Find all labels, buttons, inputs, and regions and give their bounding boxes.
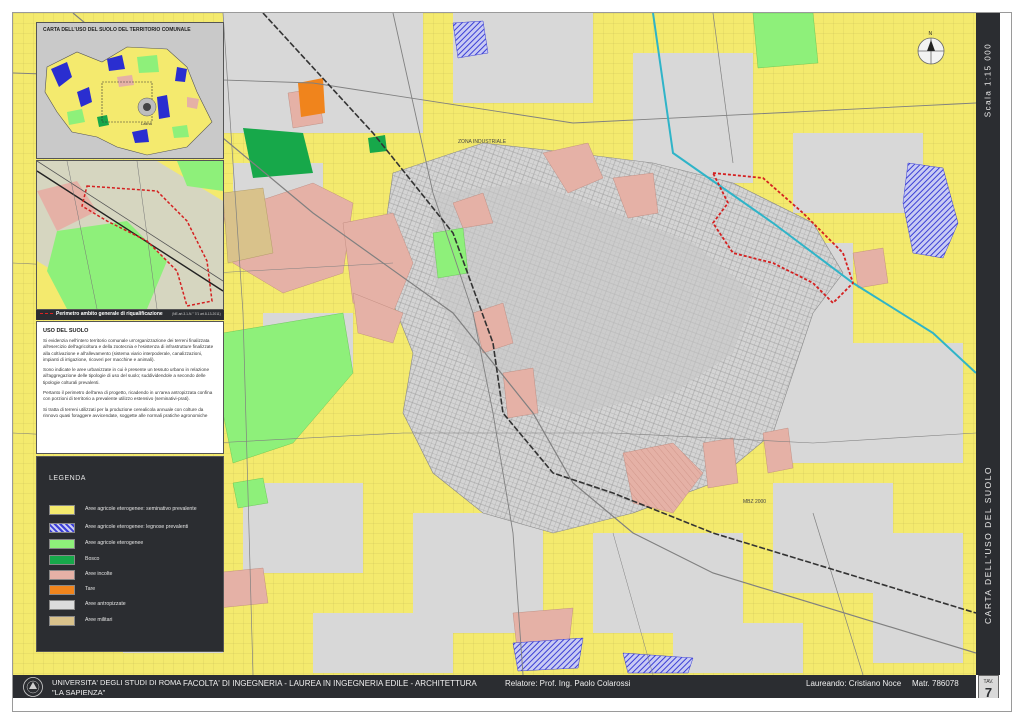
legend-swatch (49, 555, 75, 565)
legend-label: Aree agricole eterogenee (85, 540, 144, 546)
legend-label: Aree agricole eterogenee: seminativo pre… (85, 506, 197, 512)
university-logo-icon (23, 677, 43, 697)
university-subname: "LA SAPIENZA" (52, 688, 106, 697)
sheet-title-text: CARTA DELL'USO DEL SUOLO (983, 466, 993, 624)
legend-swatch (49, 505, 75, 515)
north-letter: N (929, 31, 933, 37)
legend-label: Aree incolte (85, 571, 113, 577)
bottom-margin (13, 698, 1000, 711)
relatore-text: Relatore: Prof. Ing. Paolo Colarossi (505, 679, 631, 688)
uso-suolo-paragraph: Si tratta di terreni utilizzati per la p… (43, 406, 208, 418)
perimeter-legend: Perimetro ambito generale di riqualifica… (36, 310, 224, 320)
legend-panel: LEGENDA Aree agricole eterogenee: semina… (36, 456, 224, 652)
uso-suolo-paragraph: Si evidenzia nell'intero territorio comu… (43, 338, 214, 362)
matr-text: Matr. 786078 (912, 679, 959, 688)
perimeter-note: (NE.art.3.1-N.° 7/1 art.8-13-2011) (172, 312, 221, 316)
legend-label: Bosco (85, 556, 100, 562)
drawing-sheet: ZONA INDUSTRIALE MBZ 2000 N Scala 1:15 0… (0, 0, 1024, 724)
uso-suolo-paragraph: Pertanto il perimetro dell'area di proge… (43, 390, 213, 402)
faculty-text: FACOLTA' DI INGEGNERIA - LAUREA IN INGEG… (183, 679, 477, 688)
legend-swatch (49, 600, 75, 610)
legend-label: Aree antropizzate (85, 601, 126, 607)
sheet-title-vertical: CARTA DELL'USO DEL SUOLO (976, 440, 1000, 650)
map-label-zone-a: ZONA INDUSTRIALE (458, 139, 507, 145)
legend-label: Tare (85, 586, 96, 592)
inset-title: CARTA DELL'USO DEL SUOLO DEL TERRITORIO … (43, 27, 191, 33)
territory-inset: CARTA DELL'USO DEL SUOLO DEL TERRITORIO … (36, 22, 224, 159)
uso-suolo-panel: USO DEL SUOLO Si evidenzia nell'intero t… (36, 321, 224, 454)
legend-label: Aree militari (85, 617, 113, 623)
scale-label: Scala 1:15 000 (976, 20, 1000, 140)
inset-town-label: Latina (141, 121, 153, 126)
legend-swatch (49, 523, 75, 533)
legend-swatch (49, 585, 75, 595)
uso-suolo-heading: USO DEL SUOLO (43, 328, 89, 334)
legend-label: Aree agricole eterogenee: legnose preval… (85, 524, 189, 530)
legend-swatch (49, 570, 75, 580)
legend-swatch (49, 616, 75, 626)
project-area-inset (36, 160, 224, 310)
legend-swatch (49, 539, 75, 549)
legend-title: LEGENDA (49, 475, 86, 482)
university-name: UNIVERSITA' DEGLI STUDI DI ROMA (52, 678, 182, 687)
territory-inset-map: Latina (44, 46, 213, 156)
project-area-inset-map (37, 161, 223, 309)
uso-suolo-paragraph: Sono indicate le aree urbanizzate in cui… (43, 367, 209, 385)
perimeter-label: Perimetro ambito generale di riqualifica… (56, 311, 163, 317)
laureando-text: Laureando: Cristiano Noce (806, 679, 902, 688)
scale-text: Scala 1:15 000 (983, 42, 993, 118)
perimeter-swatch (40, 313, 53, 317)
map-label-zone-b: MBZ 2000 (743, 499, 766, 505)
